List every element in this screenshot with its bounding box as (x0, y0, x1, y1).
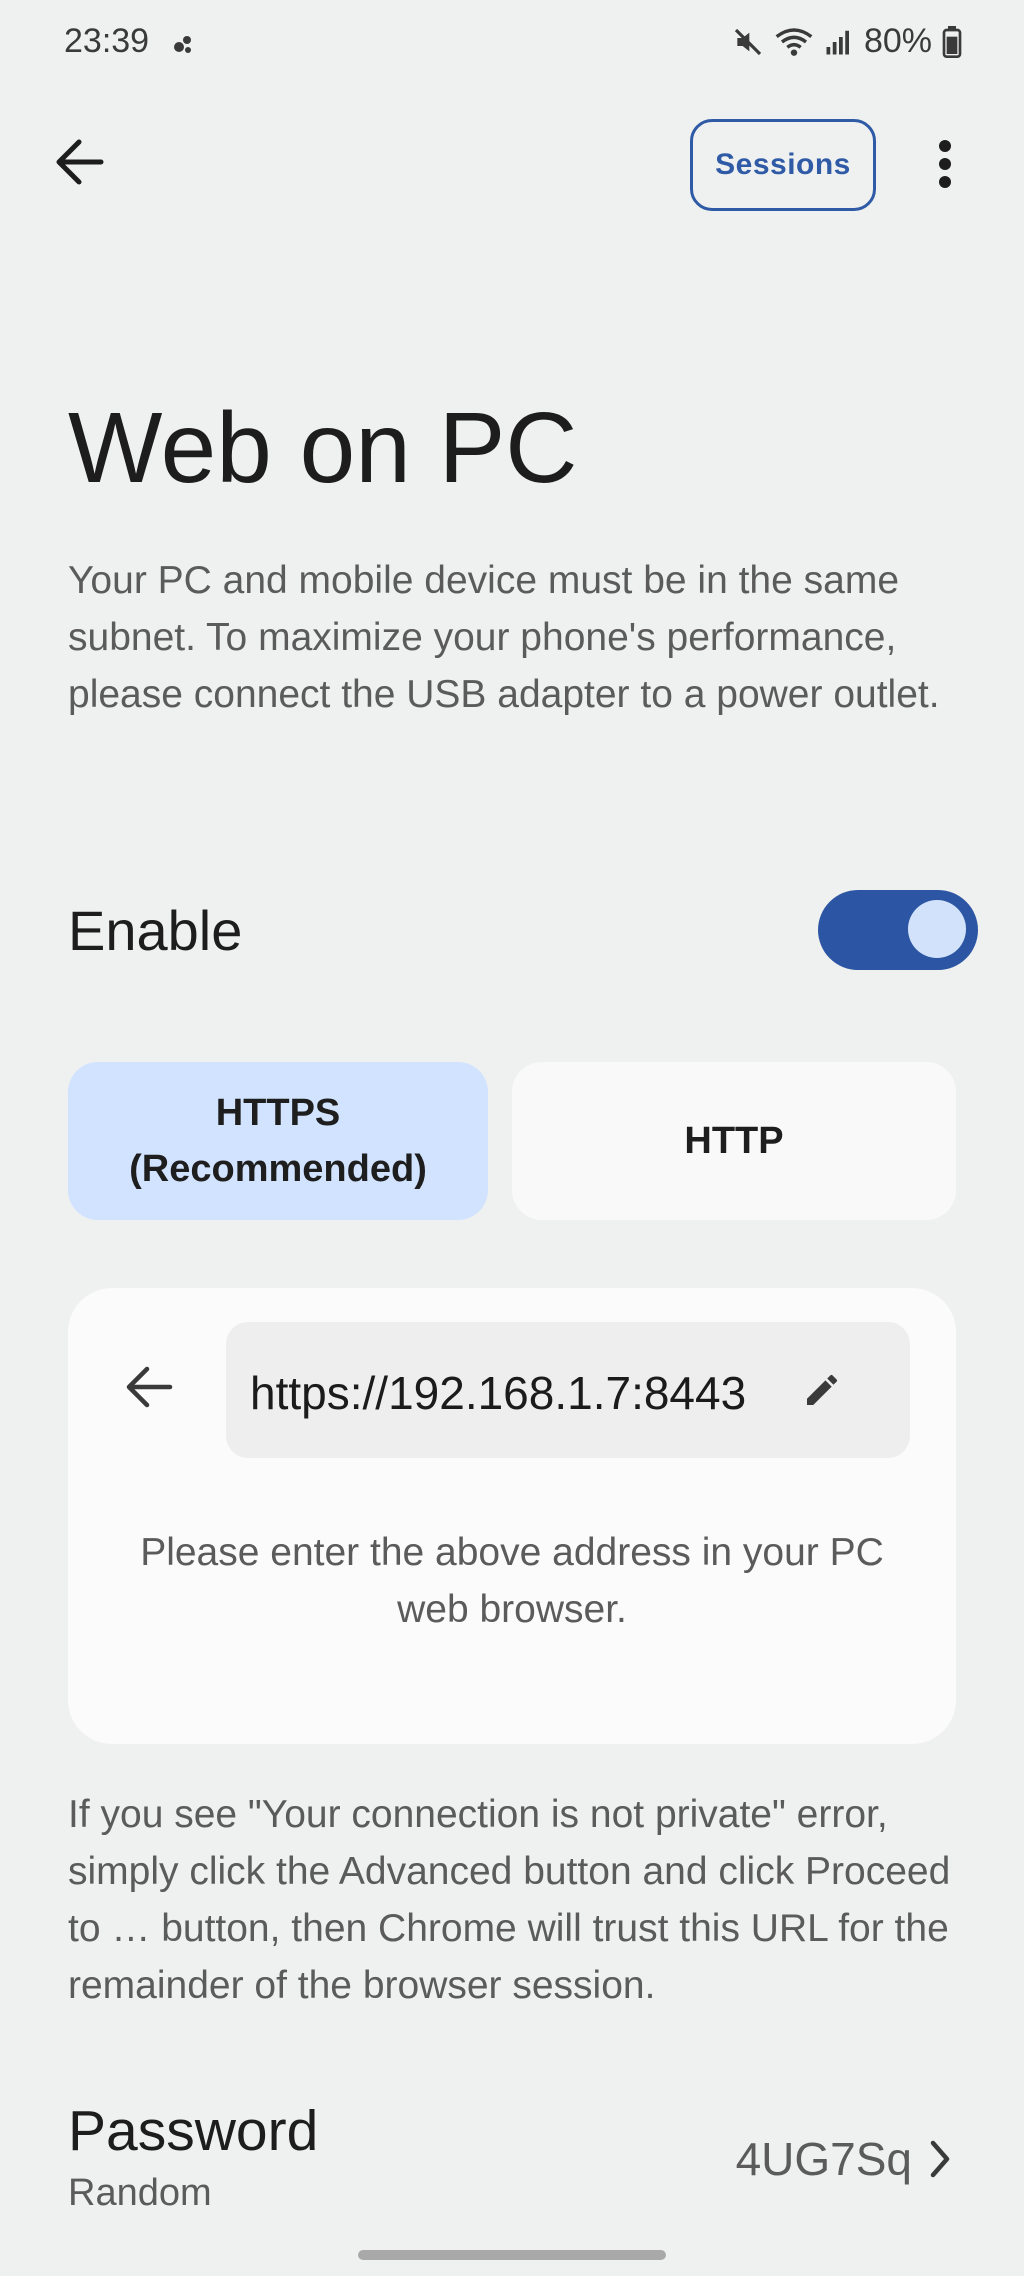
notification-dot-icon (172, 34, 194, 56)
status-icons: 80% (732, 22, 962, 61)
home-indicator[interactable] (358, 2250, 666, 2260)
https-label: HTTPS (215, 1092, 341, 1134)
battery-percent: 80% (863, 22, 932, 60)
chevron-right-icon (920, 2134, 960, 2184)
enable-label: Enable (68, 899, 243, 962)
more-options-button[interactable] (920, 132, 970, 196)
certificate-note: If you see "Your connection is not priva… (68, 1793, 951, 2007)
https-recommended-label: (Recommended) (129, 1148, 427, 1190)
address-back-button[interactable] (118, 1356, 180, 1418)
http-option[interactable]: HTTP (512, 1062, 956, 1220)
url-text[interactable]: https://192.168.1.7:8443 (250, 1366, 746, 1420)
arrow-back-icon (56, 139, 104, 185)
more-vert-icon (939, 140, 951, 188)
sessions-button[interactable]: Sessions (690, 119, 876, 211)
password-row[interactable]: Password Random 4UG7Sq (68, 2090, 960, 2220)
edit-url-button[interactable] (796, 1364, 848, 1416)
signal-icon (824, 27, 854, 57)
status-time: 23:39 (64, 22, 150, 60)
address-hint: Please enter the above address in your P… (140, 1531, 884, 1631)
battery-icon (942, 25, 962, 58)
intro-text: Your PC and mobile device must be in the… (68, 559, 940, 716)
https-option[interactable]: HTTPS (Recommended) (68, 1062, 488, 1220)
back-button[interactable] (50, 132, 110, 192)
enable-toggle[interactable] (818, 890, 978, 970)
password-value: 4UG7Sq (735, 2133, 912, 2185)
wifi-icon (774, 26, 814, 58)
password-label: Password (68, 2099, 319, 2163)
arrow-back-icon (126, 1366, 173, 1408)
mute-icon (732, 26, 764, 58)
password-type: Random (68, 2172, 212, 2214)
pencil-icon (807, 1374, 838, 1405)
page-title: Web on PC (68, 392, 578, 504)
toggle-knob (908, 900, 966, 958)
